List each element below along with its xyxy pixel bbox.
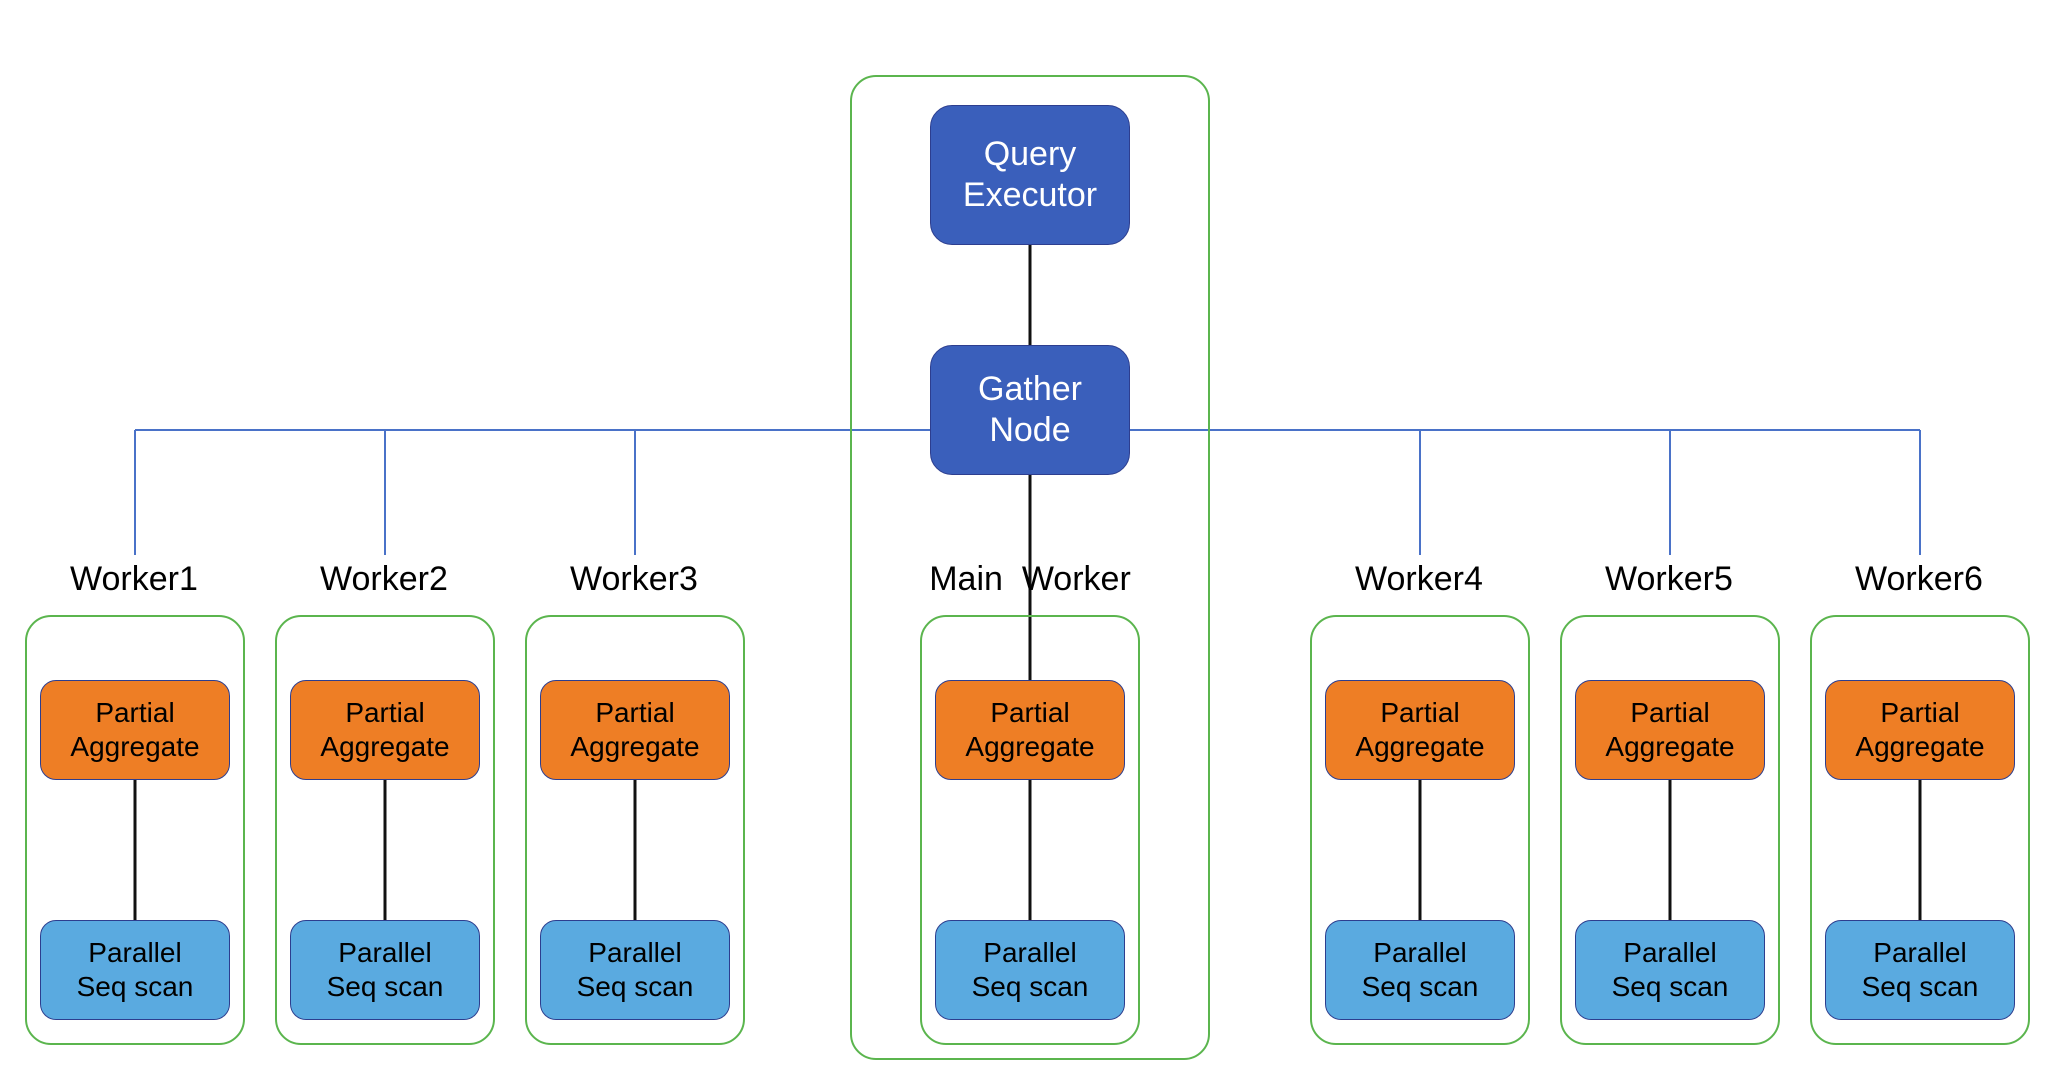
- parallel-seq-scan-4: Parallel Seq scan: [1325, 920, 1515, 1020]
- parallel-seq-scan-2: Parallel Seq scan: [290, 920, 480, 1020]
- partial-aggregate-2: Partial Aggregate: [290, 680, 480, 780]
- label-main-worker: Main Worker: [870, 560, 1190, 599]
- parallel-seq-scan-6: Parallel Seq scan: [1825, 920, 2015, 1020]
- parallel-seq-scan-3: Parallel Seq scan: [540, 920, 730, 1020]
- partial-aggregate-5: Partial Aggregate: [1575, 680, 1765, 780]
- label-worker5: Worker5: [1605, 560, 1733, 599]
- label-worker4: Worker4: [1355, 560, 1483, 599]
- label-worker1: Worker1: [70, 560, 198, 599]
- label-worker3: Worker3: [570, 560, 698, 599]
- label-worker2: Worker2: [320, 560, 448, 599]
- partial-aggregate-main: Partial Aggregate: [935, 680, 1125, 780]
- query-executor-node: Query Executor: [930, 105, 1130, 245]
- parallel-seq-scan-main: Parallel Seq scan: [935, 920, 1125, 1020]
- partial-aggregate-3: Partial Aggregate: [540, 680, 730, 780]
- partial-aggregate-6: Partial Aggregate: [1825, 680, 2015, 780]
- parallel-seq-scan-5: Parallel Seq scan: [1575, 920, 1765, 1020]
- diagram-canvas: Query Executor Gather Node Main Worker P…: [0, 0, 2062, 1076]
- partial-aggregate-1: Partial Aggregate: [40, 680, 230, 780]
- partial-aggregate-4: Partial Aggregate: [1325, 680, 1515, 780]
- parallel-seq-scan-1: Parallel Seq scan: [40, 920, 230, 1020]
- gather-node: Gather Node: [930, 345, 1130, 475]
- label-worker6: Worker6: [1855, 560, 1983, 599]
